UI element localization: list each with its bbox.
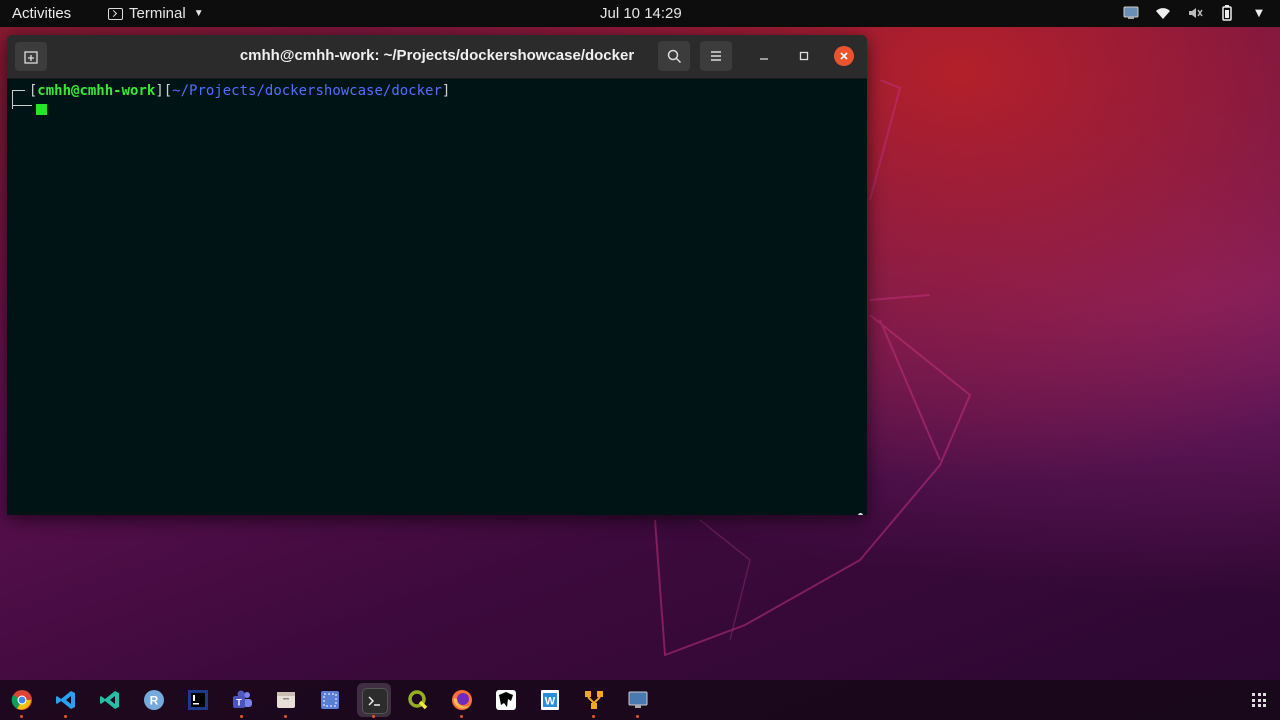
intellij-icon[interactable] (186, 688, 210, 712)
libreoffice-writer-icon[interactable]: W (538, 688, 562, 712)
firefox-icon[interactable] (450, 688, 474, 712)
vscode-icon[interactable] (54, 688, 78, 712)
system-menu-caret-icon[interactable]: ▼ (1250, 4, 1268, 22)
prompt-path: ~/Projects/dockershowcase/docker (172, 83, 442, 99)
close-icon (840, 52, 848, 60)
svg-text:R: R (150, 694, 159, 708)
prompt-user-host: cmhh@cmhh-work (37, 83, 156, 99)
menu-button[interactable] (700, 41, 732, 71)
running-indicator (20, 715, 23, 718)
terminal-cursor (36, 104, 47, 115)
running-indicator (636, 715, 639, 718)
prompt-line: [cmhh@cmhh-work][~/Projects/dockershowca… (12, 83, 451, 99)
svg-text:W: W (545, 696, 556, 708)
close-button[interactable] (834, 46, 854, 66)
terminal-icon[interactable] (362, 688, 388, 714)
files-icon[interactable] (274, 688, 298, 712)
volume-muted-icon[interactable] (1186, 4, 1204, 22)
caret-down-icon: ▼ (193, 8, 204, 19)
show-applications-icon[interactable] (1252, 693, 1266, 707)
running-indicator (284, 715, 287, 718)
battery-icon[interactable] (1218, 4, 1236, 22)
svg-text:T: T (236, 698, 242, 708)
r-icon[interactable]: R (142, 688, 166, 712)
terminal-window[interactable]: cmhh@cmhh-work: ~/Projects/dockershowcas… (7, 35, 867, 515)
chrome-icon[interactable] (10, 688, 34, 712)
app-menu[interactable]: Terminal ▼ (108, 5, 204, 22)
activities-button[interactable]: Activities (12, 5, 71, 22)
search-button[interactable] (658, 41, 690, 71)
vscode-insiders-icon[interactable] (98, 688, 122, 712)
terminal-area[interactable]: [cmhh@cmhh-work][~/Projects/dockershowca… (7, 79, 867, 515)
clock[interactable]: Jul 10 14:29 (600, 5, 682, 22)
remmina-tray-icon[interactable] (1122, 4, 1140, 22)
remmina-icon[interactable] (626, 688, 650, 712)
inkscape-icon[interactable] (494, 688, 518, 712)
terminal-app-icon (108, 7, 123, 20)
prompt-border-bottom (13, 105, 32, 106)
running-indicator (592, 715, 595, 718)
yed-icon[interactable] (582, 688, 606, 712)
wifi-icon[interactable] (1154, 4, 1172, 22)
screenshot-icon[interactable] (318, 688, 342, 712)
search-icon (667, 49, 681, 63)
title-bar[interactable]: cmhh@cmhh-work: ~/Projects/dockershowcas… (7, 35, 867, 79)
system-tray[interactable]: ▼ (1122, 4, 1268, 22)
running-indicator (460, 715, 463, 718)
maximize-icon (799, 51, 809, 61)
app-menu-label: Terminal (129, 5, 186, 22)
minimize-icon (760, 58, 768, 60)
top-bar: Activities Terminal ▼ Jul 10 14:29 ▼ (0, 0, 1280, 27)
running-indicator (240, 715, 243, 718)
running-indicator (64, 715, 67, 718)
running-indicator (372, 715, 375, 718)
window-title: cmhh@cmhh-work: ~/Projects/dockershowcas… (239, 47, 635, 64)
hamburger-icon (711, 51, 721, 61)
qgis-icon[interactable] (406, 688, 430, 712)
minimize-button[interactable] (753, 45, 775, 67)
scrollbar[interactable] (858, 513, 863, 515)
maximize-button[interactable] (793, 45, 815, 67)
teams-icon[interactable]: T (230, 688, 254, 712)
